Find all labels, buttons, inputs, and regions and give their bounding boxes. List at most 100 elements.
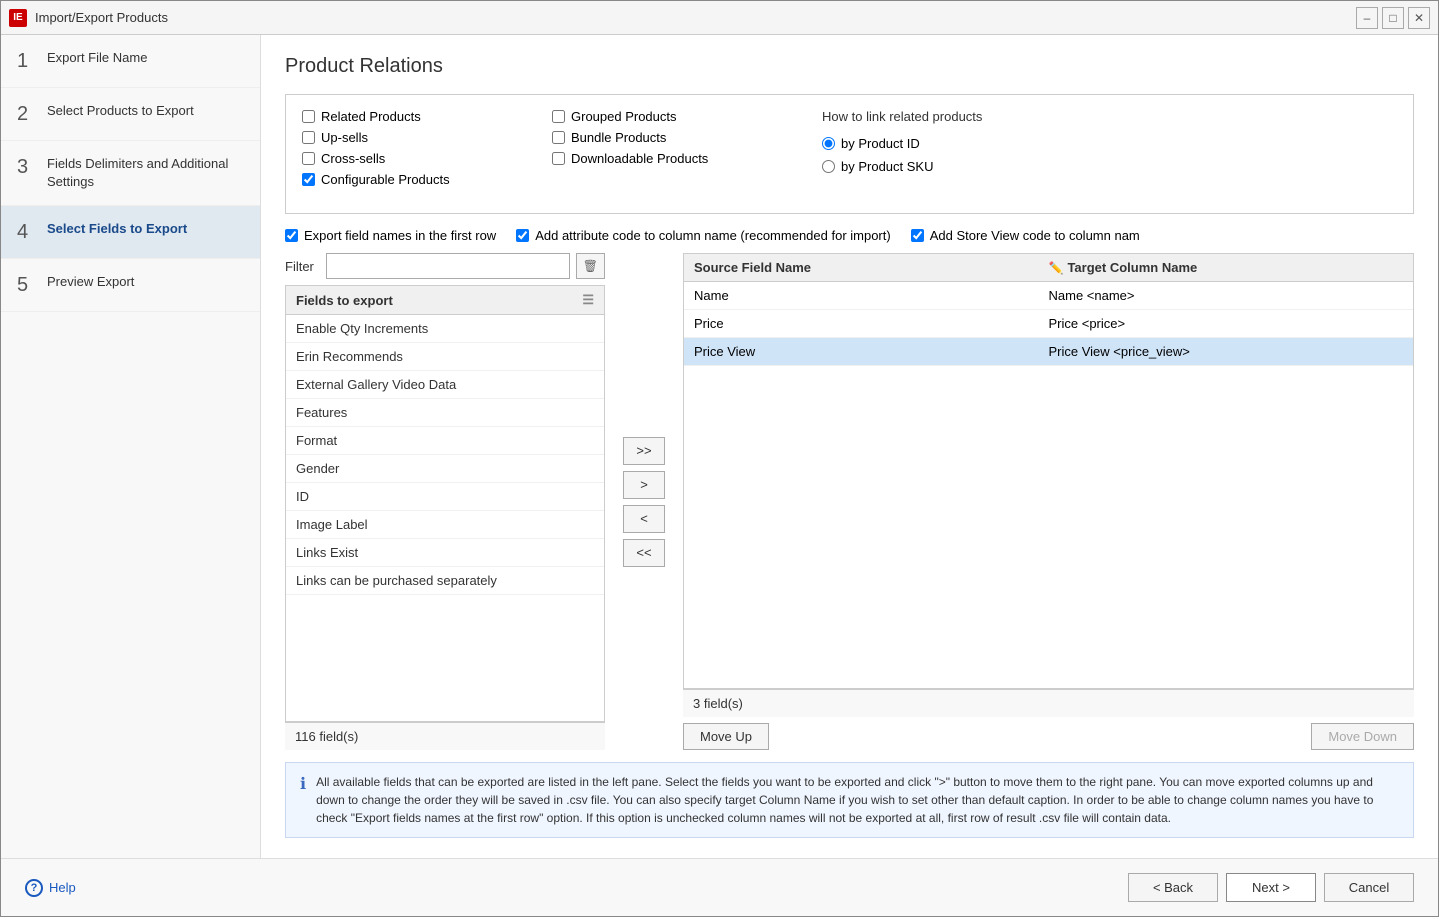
- add-attribute-code-option[interactable]: Add attribute code to column name (recom…: [516, 228, 891, 243]
- filter-label: Filter: [285, 259, 320, 274]
- info-text: All available fields that can be exporte…: [316, 773, 1399, 827]
- downloadable-checkbox[interactable]: [552, 152, 565, 165]
- sidebar-label-2: Select Products to Export: [47, 102, 194, 120]
- bottom-bar: ? Help < Back Next > Cancel: [1, 858, 1438, 916]
- remove-button[interactable]: <: [623, 505, 665, 533]
- step-number-2: 2: [17, 102, 37, 126]
- left-panel: Filter 🗑 Fields to export ☰ Enable Qty I…: [285, 253, 605, 750]
- list-item[interactable]: Enable Qty Increments: [286, 315, 604, 343]
- back-button[interactable]: < Back: [1128, 873, 1218, 902]
- add-all-button[interactable]: >>: [623, 437, 665, 465]
- filter-input[interactable]: [326, 253, 570, 279]
- options-bar: Export field names in the first row Add …: [285, 228, 1414, 243]
- edit-icon: ✏️: [1049, 261, 1064, 275]
- move-buttons-row: Move Up Move Down: [683, 723, 1414, 750]
- checkbox-configurable[interactable]: Configurable Products: [302, 172, 522, 187]
- sort-icon: ☰: [582, 292, 594, 308]
- table-row[interactable]: Name Name <name>: [684, 282, 1413, 310]
- right-panel: Source Field Name ✏️ Target Column Name …: [683, 253, 1414, 750]
- minimize-button[interactable]: –: [1356, 7, 1378, 29]
- sidebar-item-2[interactable]: 2 Select Products to Export: [1, 88, 260, 141]
- sidebar-item-4[interactable]: 4 Select Fields to Export: [1, 206, 260, 259]
- checkbox-related-products[interactable]: Related Products: [302, 109, 522, 124]
- sidebar-label-4: Select Fields to Export: [47, 220, 187, 238]
- source-field-header: Source Field Name: [694, 260, 1049, 275]
- table-row[interactable]: Price Price <price>: [684, 310, 1413, 338]
- step-number-1: 1: [17, 49, 37, 73]
- list-item[interactable]: Features: [286, 399, 604, 427]
- related-products-label: Related Products: [321, 109, 421, 124]
- list-item[interactable]: Format: [286, 427, 604, 455]
- radio-by-product-sku[interactable]: by Product SKU: [822, 159, 1397, 174]
- checkbox-crosssells[interactable]: Cross-sells: [302, 151, 522, 166]
- checkbox-upsells[interactable]: Up-sells: [302, 130, 522, 145]
- step-number-4: 4: [17, 220, 37, 244]
- export-field-names-checkbox[interactable]: [285, 229, 298, 242]
- remove-all-button[interactable]: <<: [623, 539, 665, 567]
- sidebar-item-5[interactable]: 5 Preview Export: [1, 259, 260, 312]
- list-item[interactable]: Gender: [286, 455, 604, 483]
- close-button[interactable]: ✕: [1408, 7, 1430, 29]
- grouped-checkbox[interactable]: [552, 110, 565, 123]
- by-product-sku-radio[interactable]: [822, 160, 835, 173]
- main-window: IE Import/Export Products – □ ✕ 1 Export…: [0, 0, 1439, 917]
- target-count: 3 field(s): [683, 689, 1414, 717]
- move-up-button[interactable]: Move Up: [683, 723, 769, 750]
- downloadable-label: Downloadable Products: [571, 151, 708, 166]
- maximize-button[interactable]: □: [1382, 7, 1404, 29]
- next-button[interactable]: Next >: [1226, 873, 1316, 902]
- move-down-button[interactable]: Move Down: [1311, 723, 1414, 750]
- row-source: Name: [694, 288, 1049, 303]
- add-store-view-option[interactable]: Add Store View code to column nam: [911, 228, 1140, 243]
- export-field-names-label: Export field names in the first row: [304, 228, 496, 243]
- title-bar-controls: – □ ✕: [1356, 7, 1430, 29]
- title-bar-left: IE Import/Export Products: [9, 9, 168, 27]
- row-target: Price View <price_view>: [1049, 344, 1404, 359]
- add-store-view-checkbox[interactable]: [911, 229, 924, 242]
- upsells-label: Up-sells: [321, 130, 368, 145]
- target-table-header: Source Field Name ✏️ Target Column Name: [684, 254, 1413, 282]
- fields-list-header: Fields to export ☰: [286, 286, 604, 315]
- list-item[interactable]: Image Label: [286, 511, 604, 539]
- bundle-label: Bundle Products: [571, 130, 666, 145]
- cancel-button[interactable]: Cancel: [1324, 873, 1414, 902]
- bundle-checkbox[interactable]: [552, 131, 565, 144]
- sidebar-item-3[interactable]: 3 Fields Delimiters and Additional Setti…: [1, 141, 260, 206]
- table-row[interactable]: Price View Price View <price_view>: [684, 338, 1413, 366]
- radio-by-product-id[interactable]: by Product ID: [822, 136, 1397, 151]
- upsells-checkbox[interactable]: [302, 131, 315, 144]
- list-item[interactable]: ID: [286, 483, 604, 511]
- filter-clear-button[interactable]: 🗑: [576, 253, 605, 279]
- checkbox-downloadable[interactable]: Downloadable Products: [552, 151, 772, 166]
- info-box: ℹ All available fields that can be expor…: [285, 762, 1414, 838]
- related-products-checkbox[interactable]: [302, 110, 315, 123]
- add-button[interactable]: >: [623, 471, 665, 499]
- sidebar-item-1[interactable]: 1 Export File Name: [1, 35, 260, 88]
- checkbox-bundle[interactable]: Bundle Products: [552, 130, 772, 145]
- list-item[interactable]: Erin Recommends: [286, 343, 604, 371]
- content-area: 1 Export File Name 2 Select Products to …: [1, 35, 1438, 858]
- sidebar-label-5: Preview Export: [47, 273, 134, 291]
- checkboxes-right: Grouped Products Bundle Products Downloa…: [552, 109, 772, 166]
- sidebar: 1 Export File Name 2 Select Products to …: [1, 35, 261, 858]
- help-link[interactable]: ? Help: [25, 879, 76, 897]
- export-field-names-option[interactable]: Export field names in the first row: [285, 228, 496, 243]
- list-item[interactable]: Links can be purchased separately: [286, 567, 604, 595]
- target-table: Source Field Name ✏️ Target Column Name …: [683, 253, 1414, 689]
- list-item[interactable]: External Gallery Video Data: [286, 371, 604, 399]
- fields-count: 116 field(s): [285, 722, 605, 750]
- target-column-label: Target Column Name: [1067, 260, 1197, 275]
- add-attribute-code-checkbox[interactable]: [516, 229, 529, 242]
- by-product-id-radio[interactable]: [822, 137, 835, 150]
- row-target: Name <name>: [1049, 288, 1404, 303]
- page-title: Product Relations: [285, 55, 1414, 78]
- row-source: Price: [694, 316, 1049, 331]
- crosssells-checkbox[interactable]: [302, 152, 315, 165]
- how-to-link-title: How to link related products: [822, 109, 1397, 124]
- list-item[interactable]: Links Exist: [286, 539, 604, 567]
- add-store-view-label: Add Store View code to column nam: [930, 228, 1140, 243]
- row-target: Price <price>: [1049, 316, 1404, 331]
- target-column-header: ✏️ Target Column Name: [1049, 260, 1404, 275]
- checkbox-grouped[interactable]: Grouped Products: [552, 109, 772, 124]
- configurable-checkbox[interactable]: [302, 173, 315, 186]
